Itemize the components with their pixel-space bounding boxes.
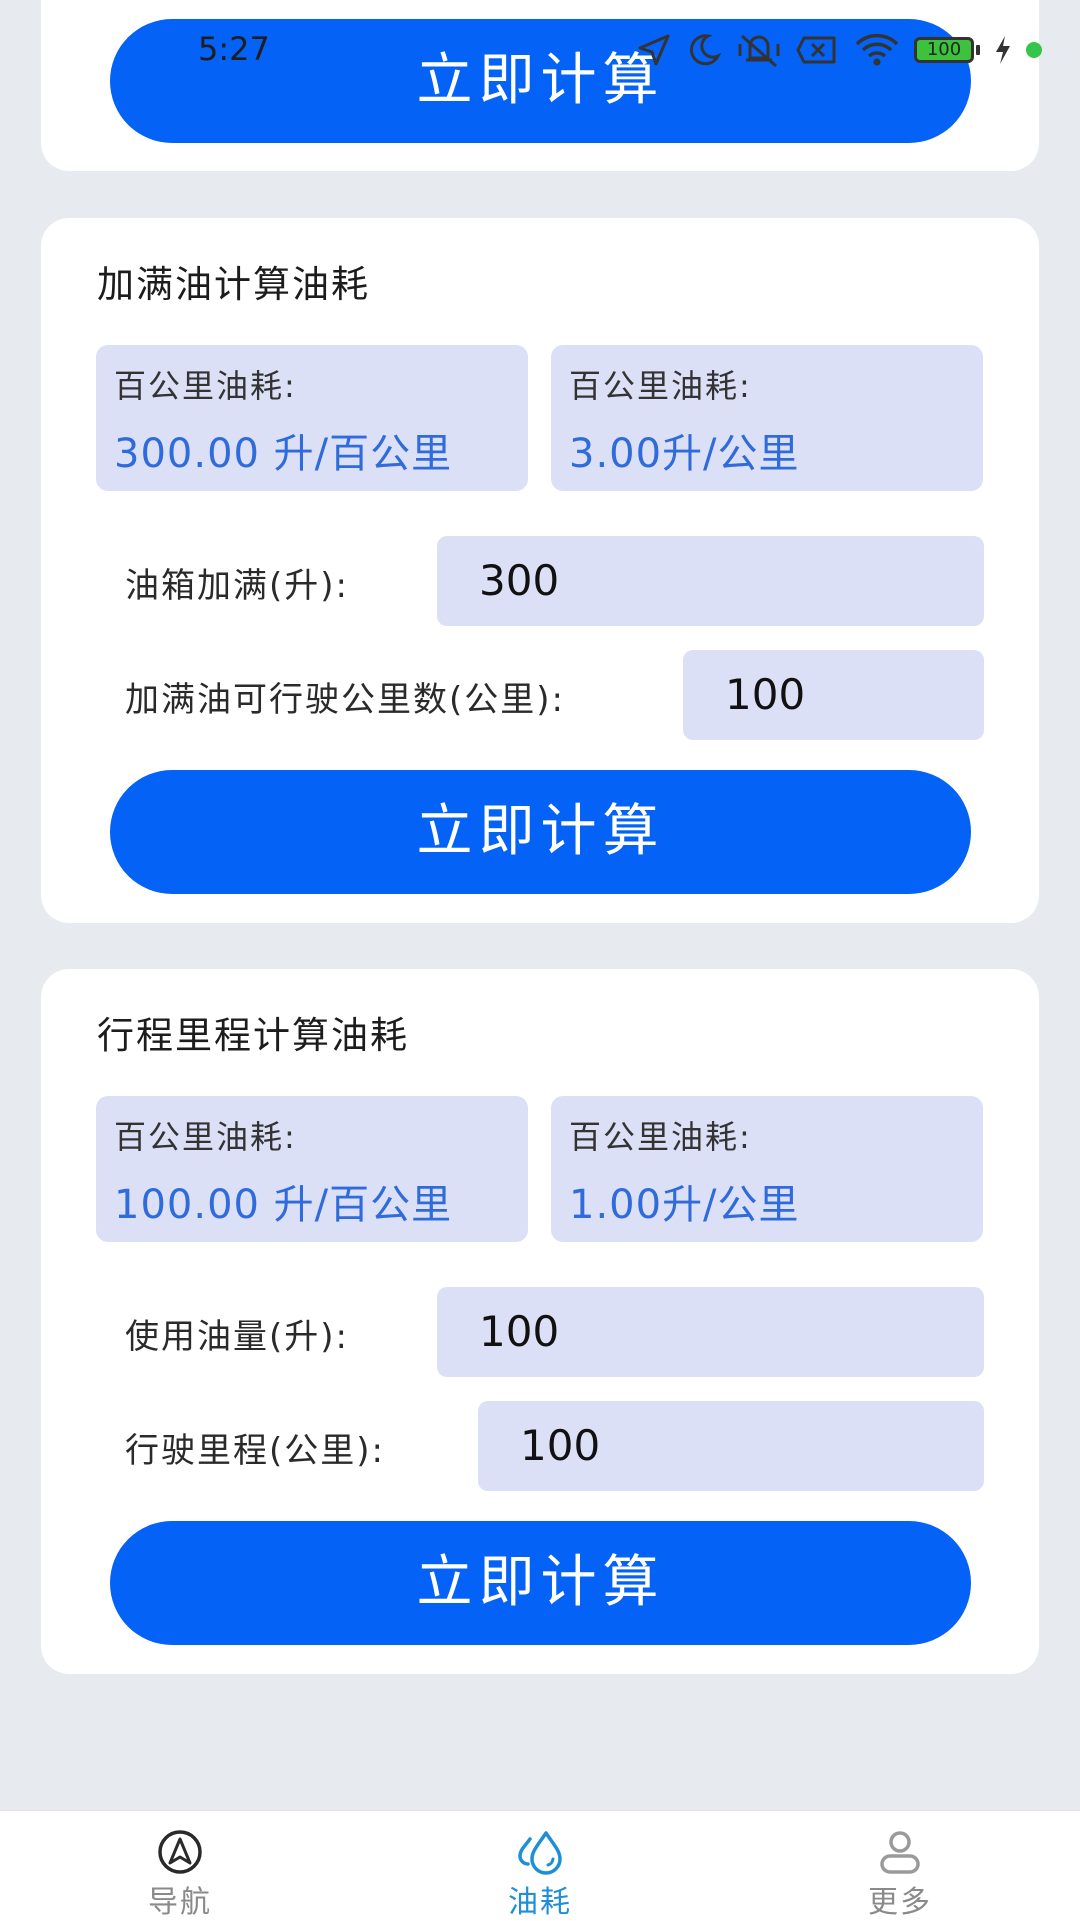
fuel-drop-icon (518, 1831, 562, 1875)
battery-level: 100 (926, 39, 962, 60)
result-label: 百公里油耗: (114, 367, 297, 405)
full-tank-distance-input[interactable]: 100 (683, 650, 984, 740)
fuel-used-input[interactable]: 100 (437, 1287, 984, 1377)
result-value: 3.00升/公里 (569, 431, 800, 477)
result-per-km-box: 百公里油耗: 3.00升/公里 (551, 345, 983, 491)
no-sim-icon (796, 36, 836, 64)
result-per-100km-box: 百公里油耗: 100.00 升/百公里 (96, 1096, 528, 1242)
full-tank-card: 加满油计算油耗 百公里油耗: 300.00 升/百公里 百公里油耗: 3.00升… (41, 218, 1039, 923)
tank-capacity-label: 油箱加满(升): (125, 566, 349, 606)
status-bar: 5:27 100 (0, 0, 1080, 100)
nav-label: 油耗 (508, 1885, 572, 1920)
full-tank-distance-label: 加满油可行驶公里数(公里): (125, 680, 565, 720)
charging-indicator-dot (1026, 42, 1042, 58)
battery-tip (976, 45, 980, 55)
battery-icon: 100 (914, 37, 974, 63)
location-arrow-icon (638, 34, 670, 66)
card-title: 行程里程计算油耗 (97, 1014, 409, 1057)
person-icon (880, 1831, 920, 1874)
nav-label: 更多 (868, 1885, 932, 1920)
nav-item-more[interactable]: 更多 (800, 1811, 1000, 1921)
wifi-icon (855, 33, 899, 66)
result-value: 1.00升/公里 (569, 1182, 800, 1228)
moon-icon (689, 34, 722, 66)
result-label: 百公里油耗: (114, 1118, 297, 1156)
result-per-km-box: 百公里油耗: 1.00升/公里 (551, 1096, 983, 1242)
navigation-icon (158, 1830, 202, 1874)
card-title: 加满油计算油耗 (97, 263, 370, 306)
status-icons: 100 (636, 28, 1042, 72)
fuel-used-label: 使用油量(升): (125, 1317, 349, 1357)
result-value: 300.00 升/百公里 (114, 431, 453, 477)
tank-capacity-input[interactable]: 300 (437, 536, 984, 626)
nav-item-navigation[interactable]: 导航 (80, 1811, 280, 1921)
calculate-button-full-tank[interactable]: 立即计算 (110, 770, 971, 894)
vibrate-off-icon (738, 34, 780, 68)
bottom-navigation-bar: 导航 油耗 更多 (0, 1810, 1080, 1921)
calculate-button-trip[interactable]: 立即计算 (110, 1521, 971, 1645)
result-per-100km-box: 百公里油耗: 300.00 升/百公里 (96, 345, 528, 491)
trip-mileage-card: 行程里程计算油耗 百公里油耗: 100.00 升/百公里 百公里油耗: 1.00… (41, 969, 1039, 1674)
result-label: 百公里油耗: (569, 1118, 752, 1156)
mileage-input[interactable]: 100 (478, 1401, 984, 1491)
nav-label: 导航 (148, 1885, 212, 1920)
status-time: 5:27 (198, 30, 270, 68)
result-label: 百公里油耗: (569, 367, 752, 405)
charging-bolt-icon (996, 36, 1010, 64)
result-value: 100.00 升/百公里 (114, 1182, 453, 1228)
mileage-label: 行驶里程(公里): (125, 1431, 385, 1471)
nav-item-fuel[interactable]: 油耗 (440, 1811, 640, 1921)
